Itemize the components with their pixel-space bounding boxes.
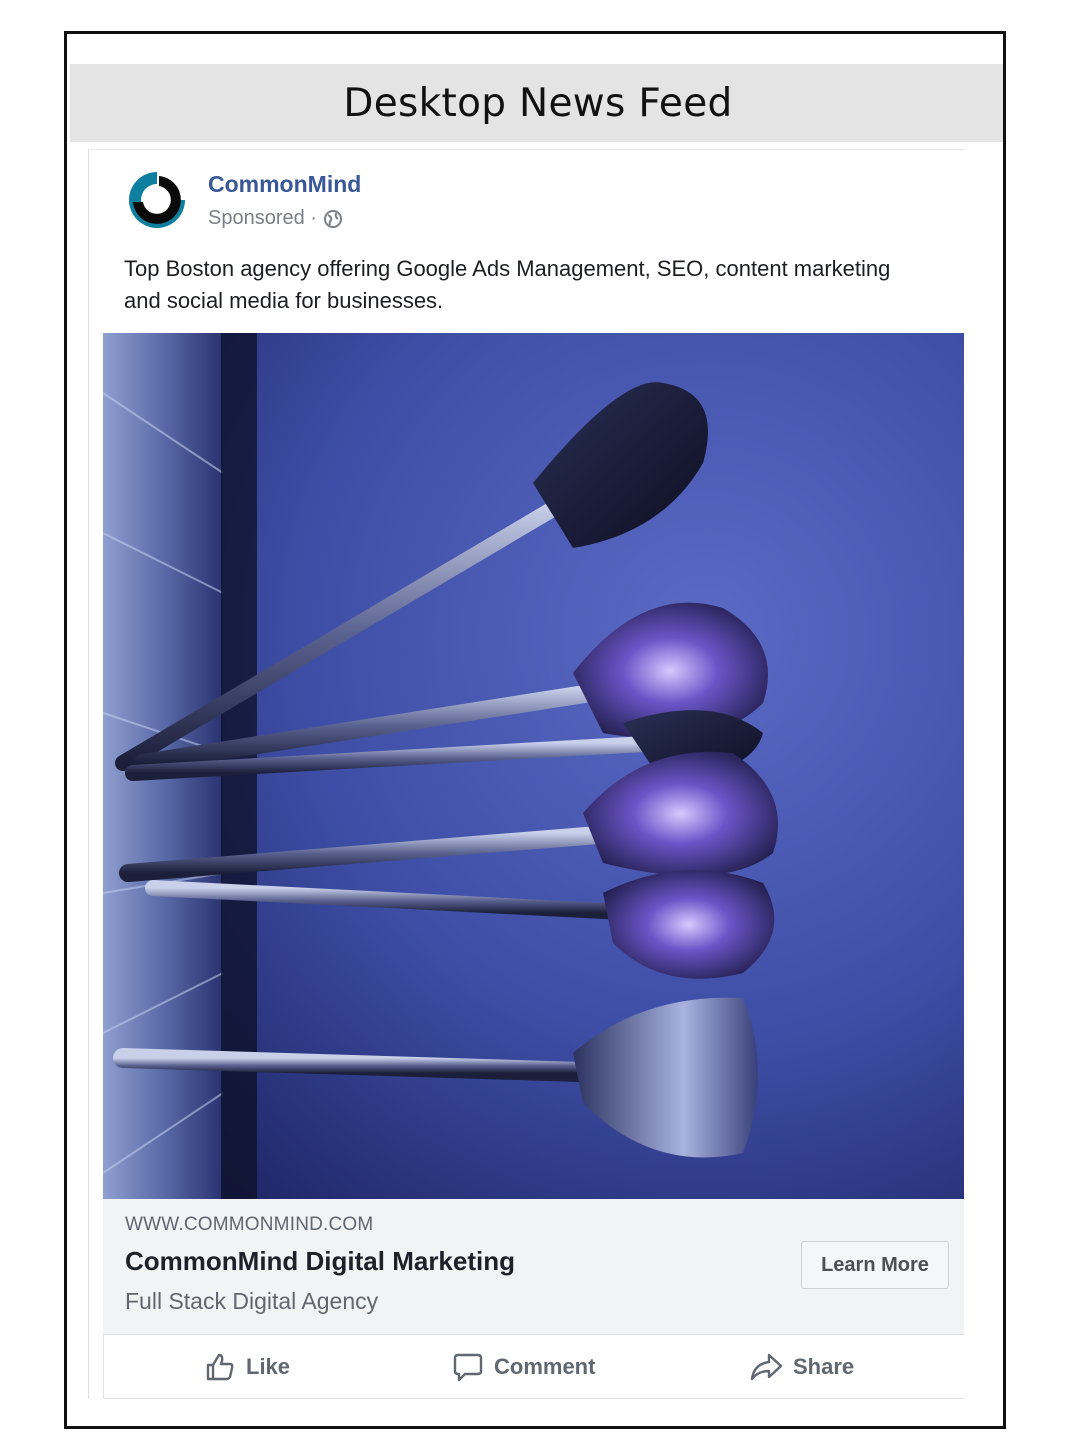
share-arrow-icon (750, 1353, 783, 1381)
share-button[interactable]: Share (749, 1335, 854, 1399)
thumbs-up-icon (206, 1353, 234, 1381)
page-avatar[interactable] (125, 168, 189, 232)
screenshot-frame: Desktop News Feed CommonMind Sponsored ·… (64, 31, 1006, 1429)
learn-more-button[interactable]: Learn More (801, 1241, 949, 1289)
link-domain: WWW.COMMONMIND.COM (125, 1214, 374, 1235)
banner-title: Desktop News Feed (343, 80, 733, 126)
divider (89, 149, 965, 150)
link-headline[interactable]: CommonMind Digital Marketing (125, 1246, 515, 1277)
link-preview[interactable]: WWW.COMMONMIND.COM CommonMind Digital Ma… (103, 1199, 964, 1335)
comment-button[interactable]: Comment (452, 1335, 595, 1399)
darts-photo (103, 333, 964, 1199)
action-bar: Like Comment Share (103, 1335, 964, 1399)
page-name-link[interactable]: CommonMind (208, 171, 361, 198)
globe-icon[interactable] (323, 209, 343, 229)
comment-label: Comment (494, 1354, 596, 1379)
sponsored-label: Sponsored · (208, 207, 317, 229)
ad-image[interactable] (103, 333, 964, 1199)
like-button[interactable]: Like (204, 1335, 290, 1399)
header-banner: Desktop News Feed (70, 64, 1003, 142)
sponsored-post: CommonMind Sponsored · Top Boston agency… (88, 149, 965, 1399)
post-body-text: Top Boston agency offering Google Ads Ma… (124, 256, 891, 313)
like-label: Like (246, 1354, 291, 1379)
link-description: Full Stack Digital Agency (125, 1288, 379, 1314)
post-meta: Sponsored · (208, 207, 343, 230)
speech-bubble-icon (453, 1353, 483, 1382)
share-label: Share (793, 1354, 855, 1379)
